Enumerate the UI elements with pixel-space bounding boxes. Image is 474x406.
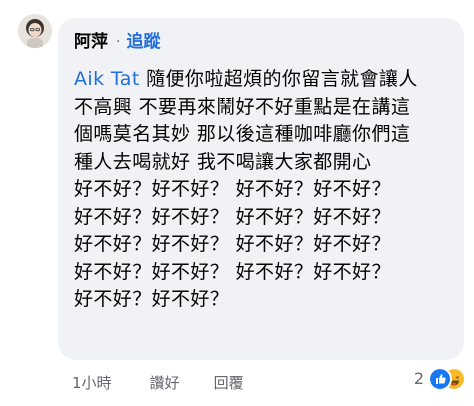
reaction-icons [428,367,466,391]
reactions-summary[interactable]: 2 [413,367,466,391]
avatar[interactable] [18,14,52,48]
separator-dot: · [116,34,121,50]
reaction-count: 2 [413,368,424,388]
comment-line: 好不好？好不好？ 好不好？好不好？ [74,233,391,255]
timestamp[interactable]: 1小時 [72,372,112,393]
comment-line: 好不好？好不好？ 好不好？好不好？ [74,260,391,283]
comment-actions: 1小時 讚好 回覆 [72,372,278,393]
follow-button[interactable]: 追蹤 [126,28,160,56]
comment-line: 好不好？好不好？ 好不好？好不好？ [74,178,391,200]
comment-header: 阿萍 · 追蹤 [74,28,454,56]
reply-button[interactable]: 回覆 [214,372,244,393]
comment-text: Aik Tat 隨便你啦超煩的你留言就會讓人 不高興 不要再來鬧好不好重點是在講… [74,66,454,314]
comment-line: 不高興 不要再來鬧好不好重點是在講這 [74,95,411,118]
author-name[interactable]: 阿萍 [74,28,108,56]
comment-line-text: 隨便你啦超煩的你留言就會讓人 [139,68,418,90]
comment-line: 好不好？好不好？ 好不好？好不好？ [74,205,391,228]
comment-bubble: 阿萍 · 追蹤 Aik Tat 隨便你啦超煩的你留言就會讓人 不高興 不要再來鬧… [58,18,464,360]
comment-line: 種人去喝就好 我不喝讓大家都開心 [74,150,372,173]
comment-line: Aik Tat 隨便你啦超煩的你留言就會讓人 [74,66,454,94]
mention-link[interactable]: Aik Tat [74,68,140,90]
comment-line: 好不好？好不好？ [74,288,230,310]
profile-photo-icon [18,14,52,48]
comment-container: 阿萍 · 追蹤 Aik Tat 隨便你啦超煩的你留言就會讓人 不高興 不要再來鬧… [0,0,474,406]
like-icon [428,367,452,391]
like-button[interactable]: 讚好 [150,372,180,393]
comment-line: 個嗎莫名其妙 那以後這種咖啡廳你們這 [74,123,411,145]
